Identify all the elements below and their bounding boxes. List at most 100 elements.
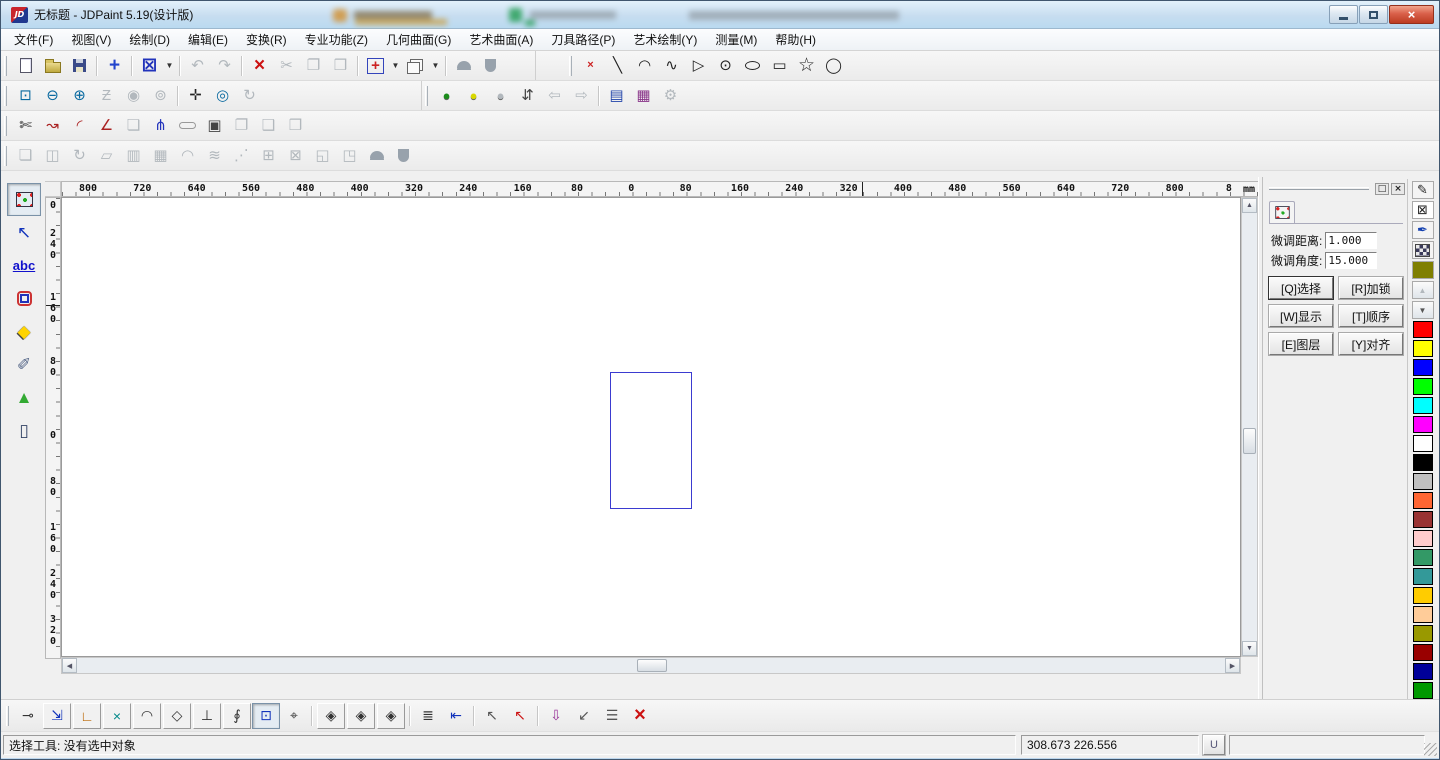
copy-offset-single-button[interactable]: ❑: [255, 113, 282, 139]
h-scrollbar[interactable]: ◀ ▶: [61, 657, 1241, 674]
snap-plane-xz-button[interactable]: ◈: [347, 703, 375, 729]
draw-polygon-button[interactable]: ◯: [820, 53, 847, 79]
panel-close-button[interactable]: ×: [1391, 183, 1405, 195]
panel-titlebar[interactable]: □ ×: [1265, 181, 1405, 196]
text-tool[interactable]: abc: [7, 249, 41, 282]
cancel-operation-button[interactable]: ×: [626, 703, 654, 729]
toolbar-grip[interactable]: [4, 56, 7, 76]
scroll-down-button[interactable]: ▼: [1242, 641, 1257, 656]
draw-circle-button[interactable]: ⊙: [712, 53, 739, 79]
align-squeeze-button[interactable]: ⊠: [282, 143, 309, 169]
v-scrollbar[interactable]: ▲ ▼: [1241, 197, 1258, 657]
snap-midpoint-button[interactable]: ◇: [163, 703, 191, 729]
coordinate-axes-button[interactable]: +: [362, 53, 389, 79]
color-swatch-cyan[interactable]: [1413, 397, 1433, 414]
align-view-button[interactable]: ⇤: [442, 703, 470, 729]
snap-chain-button[interactable]: ↙: [570, 703, 598, 729]
align-center-button[interactable]: ⊞: [255, 143, 282, 169]
lock-button[interactable]: [R]加锁: [1339, 277, 1403, 299]
color-swatch-teal[interactable]: [1413, 568, 1433, 585]
group-button[interactable]: ◱: [309, 143, 336, 169]
profile-region-tool[interactable]: [7, 282, 41, 315]
snap-arc-button[interactable]: ◠: [133, 703, 161, 729]
snap-endpoint-button[interactable]: ⊸: [14, 703, 42, 729]
show-all-button[interactable]: ●: [433, 83, 460, 109]
surface-dome-button[interactable]: [450, 53, 477, 79]
ungroup-button[interactable]: ◳: [336, 143, 363, 169]
display-filter-button[interactable]: ⚙: [657, 83, 684, 109]
select-list-button[interactable]: ☰: [598, 703, 626, 729]
nc-drill-tool[interactable]: ▯: [7, 414, 41, 447]
draw-ellipse-button[interactable]: [739, 53, 766, 79]
panel-maximize-button[interactable]: □: [1375, 183, 1389, 195]
toolbar-grip[interactable]: [4, 146, 7, 166]
unit-toggle-button[interactable]: U: [1203, 735, 1225, 755]
zoom-previous-button[interactable]: Ƶ: [93, 83, 120, 109]
no-color-button[interactable]: ⊠: [1412, 201, 1434, 219]
node-edit-tool[interactable]: ↖: [7, 216, 41, 249]
copy-offset-button[interactable]: ❐: [228, 113, 255, 139]
palette-scroll-down[interactable]: ▼: [1412, 301, 1434, 319]
toolbar-grip[interactable]: [6, 706, 9, 726]
show-selected-button[interactable]: ●: [460, 83, 487, 109]
copy-button[interactable]: ❐: [300, 53, 327, 79]
toolbar-grip[interactable]: [4, 116, 7, 136]
color-swatch-white[interactable]: [1413, 435, 1433, 452]
construction-point-button[interactable]: +: [101, 53, 128, 79]
menu-view[interactable]: 视图(V): [62, 28, 120, 51]
scroll-up-button[interactable]: ▲: [1242, 198, 1257, 213]
panel-grip[interactable]: [1269, 187, 1369, 190]
color-swatch-navy[interactable]: [1413, 663, 1433, 680]
snap-plane-yz-button[interactable]: ◈: [377, 703, 405, 729]
previous-view-button[interactable]: ⇦: [541, 83, 568, 109]
refresh-button[interactable]: ↻: [236, 83, 263, 109]
menu-professional[interactable]: 专业功能(Z): [296, 28, 377, 51]
draw-line-button[interactable]: ╲: [604, 53, 631, 79]
color-swatch-red[interactable]: [1413, 321, 1433, 338]
snap-grid-button[interactable]: ⊡: [252, 703, 280, 729]
curve-array-button[interactable]: ≋: [201, 143, 228, 169]
layer-manager-button[interactable]: ▤: [603, 83, 630, 109]
color-swatch-black[interactable]: [1413, 454, 1433, 471]
eraser-knife-tool[interactable]: ✐: [7, 348, 41, 381]
nudge-distance-input[interactable]: [1325, 232, 1377, 249]
attribute-table-button[interactable]: ▦: [630, 83, 657, 109]
art-fill-tool[interactable]: ◆: [7, 315, 41, 348]
toolbar-grip[interactable]: [4, 86, 7, 106]
menu-help[interactable]: 帮助(H): [766, 28, 825, 51]
relief-cone-tool[interactable]: ▲: [7, 381, 41, 414]
next-view-button[interactable]: ⇨: [568, 83, 595, 109]
coordinate-axes-dropdown[interactable]: ▼: [389, 53, 402, 79]
menu-art-surface[interactable]: 艺术曲面(A): [460, 28, 542, 51]
toolbar-grip[interactable]: [425, 86, 428, 106]
color-swatch-blue[interactable]: [1413, 359, 1433, 376]
surface-shield2-button[interactable]: [390, 143, 417, 169]
snap-axis-button[interactable]: ⌖: [280, 703, 308, 729]
fill-style-dropdown[interactable]: ▼: [163, 53, 176, 79]
zoom-out-button[interactable]: ⊖: [39, 83, 66, 109]
contour-offset-button[interactable]: ▣: [201, 113, 228, 139]
draw-spline-button[interactable]: ∿: [658, 53, 685, 79]
zoom-in-button[interactable]: ⊕: [66, 83, 93, 109]
transform-rotate-button[interactable]: ↻: [66, 143, 93, 169]
color-swatch-darkred[interactable]: [1413, 644, 1433, 661]
color-picker-button[interactable]: ✒: [1412, 221, 1434, 239]
transform-shear-button[interactable]: ▱: [93, 143, 120, 169]
fit-arc-button[interactable]: ◠: [174, 143, 201, 169]
current-color-swatch[interactable]: [1412, 261, 1434, 279]
drawn-rectangle[interactable]: [610, 372, 692, 509]
scroll-right-button[interactable]: ▶: [1225, 658, 1240, 673]
color-swatch-green2[interactable]: [1413, 682, 1433, 699]
zoom-all-button[interactable]: ◎: [209, 83, 236, 109]
delete-button[interactable]: ×: [246, 53, 273, 79]
menu-art-draw[interactable]: 艺术绘制(Y): [624, 28, 706, 51]
view-cube-dropdown[interactable]: ▼: [429, 53, 442, 79]
menu-toolpath[interactable]: 刀具路径(P): [542, 28, 624, 51]
zoom-selection-button[interactable]: ⊚: [147, 83, 174, 109]
menu-measure[interactable]: 测量(M): [706, 28, 766, 51]
cut-button[interactable]: ✂: [273, 53, 300, 79]
nudge-distance[interactable]: 微调距离:: [1271, 232, 1399, 249]
view-cube-button[interactable]: [402, 53, 429, 79]
menu-geometric-surface[interactable]: 几何曲面(G): [377, 28, 460, 51]
menu-transform[interactable]: 变换(R): [237, 28, 296, 51]
